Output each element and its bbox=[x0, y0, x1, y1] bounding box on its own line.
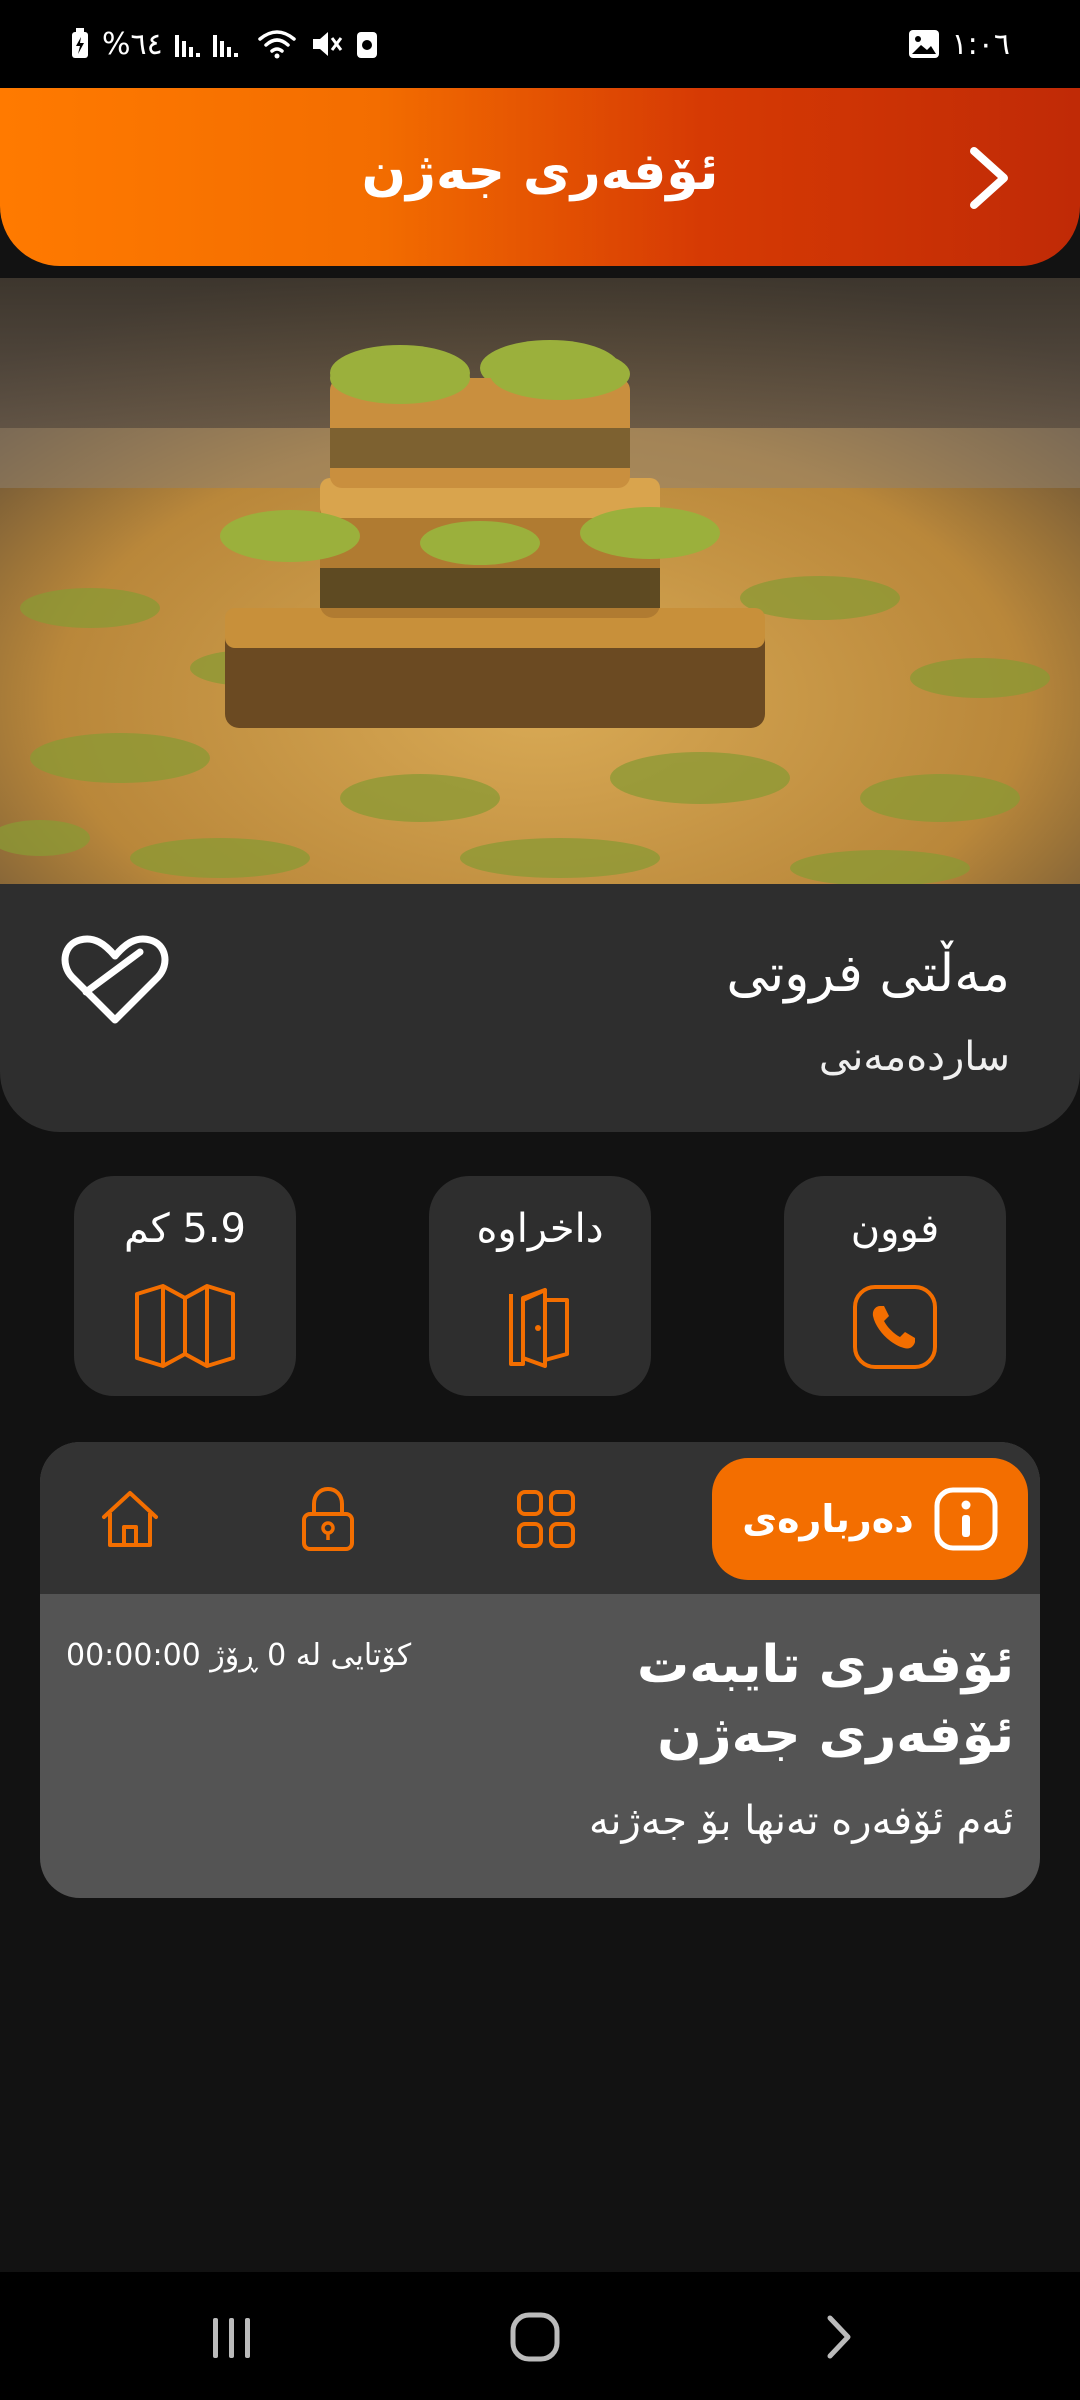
tab-categories[interactable] bbox=[476, 1458, 616, 1580]
place-info-card: مەڵتی فروتی ساردەمەنی bbox=[0, 884, 1080, 1132]
door-icon bbox=[505, 1284, 575, 1374]
home-icon bbox=[102, 1491, 158, 1547]
info-icon bbox=[934, 1487, 998, 1551]
offer-description: ئەم ئۆفەرە تەنها بۆ جەژنە bbox=[588, 1798, 1014, 1844]
home-circle-icon bbox=[510, 2312, 560, 2362]
back-chevron-icon bbox=[970, 147, 1008, 209]
security-icon bbox=[355, 26, 379, 62]
details-panel: دەربارەی ئۆفەری تایبەت ئۆفەری جەژن ئەم ئ… bbox=[40, 1442, 1040, 1898]
status-bar: %٦٤ ١:٠٦ bbox=[0, 0, 1080, 88]
favorite-button[interactable] bbox=[60, 932, 170, 1032]
back-button[interactable] bbox=[960, 143, 1020, 213]
distance-map-button[interactable]: 5.9 کم bbox=[74, 1176, 296, 1396]
tab-about-label: دەربارەی bbox=[742, 1497, 914, 1541]
offer-title-line2: ئۆفەری جەژن bbox=[657, 1705, 1014, 1765]
status-closed-button[interactable]: داخراوە bbox=[429, 1176, 651, 1396]
hero-image bbox=[0, 278, 1080, 884]
offer-title: ئۆفەری تایبەت ئۆفەری جەژن bbox=[637, 1630, 1014, 1770]
recent-apps-button[interactable] bbox=[187, 2302, 277, 2372]
page-title: ئۆفەری جەژن bbox=[361, 142, 719, 202]
closed-label: داخراوە bbox=[476, 1206, 604, 1252]
tab-bar: دەربارەی bbox=[40, 1442, 1040, 1594]
tab-about[interactable]: دەربارەی bbox=[712, 1458, 1028, 1580]
tab-home[interactable] bbox=[60, 1458, 200, 1580]
app-header: ئۆفەری جەژن bbox=[0, 88, 1080, 266]
grid-icon bbox=[517, 1490, 575, 1548]
recent-apps-icon bbox=[213, 2318, 250, 2358]
map-icon bbox=[133, 1284, 237, 1372]
clock: ١:٠٦ bbox=[951, 26, 1010, 62]
distance-label: 5.9 کم bbox=[123, 1206, 246, 1252]
heart-icon bbox=[61, 935, 169, 1024]
home-nav-button[interactable] bbox=[490, 2302, 580, 2372]
status-right: ١:٠٦ bbox=[908, 26, 1010, 62]
offer-countdown: کۆتایی لە 0 ڕۆژ 00:00:00 bbox=[66, 1638, 412, 1673]
phone-icon bbox=[852, 1284, 938, 1374]
gallery-icon bbox=[908, 26, 940, 62]
mute-icon bbox=[309, 26, 343, 62]
signal-icon bbox=[174, 26, 245, 62]
place-category: ساردەمەنی bbox=[818, 1034, 1010, 1080]
place-name: مەڵتی فروتی bbox=[726, 944, 1010, 1004]
lock-icon bbox=[302, 1486, 354, 1551]
phone-label: فوون bbox=[850, 1206, 940, 1252]
back-nav-button[interactable] bbox=[793, 2302, 883, 2372]
wifi-icon bbox=[257, 26, 297, 62]
offer-title-line1: ئۆفەری تایبەت bbox=[637, 1635, 1014, 1695]
system-nav-bar bbox=[0, 2272, 1080, 2400]
phone-call-button[interactable]: فوون bbox=[784, 1176, 1006, 1396]
battery-percentage: %٦٤ bbox=[102, 26, 163, 62]
status-left: %٦٤ bbox=[70, 26, 379, 62]
battery-icon bbox=[70, 26, 90, 62]
tab-lock[interactable] bbox=[258, 1458, 398, 1580]
nav-chevron-icon bbox=[827, 2315, 851, 2359]
